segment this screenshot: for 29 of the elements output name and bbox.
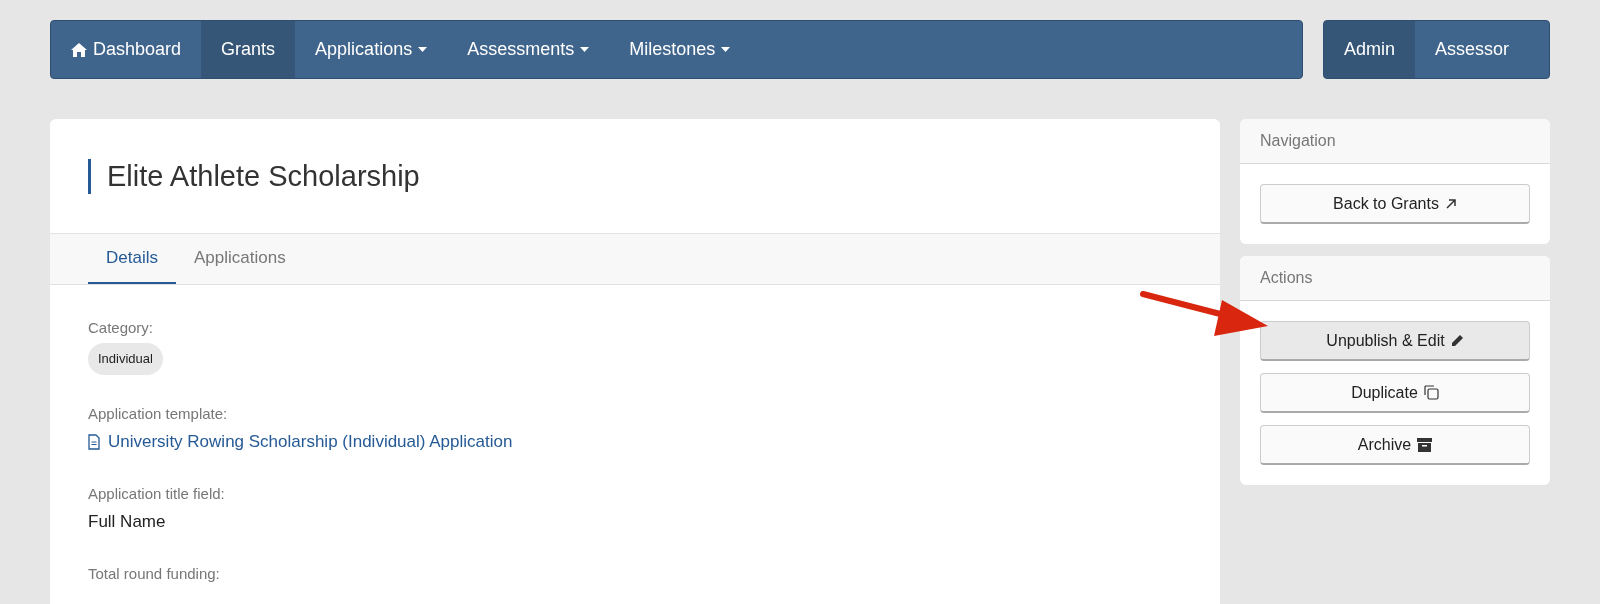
nav-item[interactable]: Dashboard [51,21,202,78]
panel-title: Actions [1240,256,1550,301]
category-tag: Individual [88,343,163,375]
nav-item[interactable]: Applications [295,21,448,78]
template-link[interactable]: University Rowing Scholarship (Individual) Application [88,429,1182,455]
action-button[interactable]: Duplicate [1260,373,1530,413]
pencil-icon [1450,334,1464,347]
action-button[interactable]: Back to Grants [1260,184,1530,224]
archive-icon [1417,437,1433,452]
document-icon [88,433,100,450]
role-item[interactable]: Admin [1324,21,1416,78]
nav-item[interactable]: Grants [201,21,296,78]
field-label: Category: [88,317,155,338]
field-label: Total round funding: [88,563,221,584]
copy-icon [1423,385,1439,400]
panel-title: Navigation [1240,119,1550,164]
arrow-icon [1444,197,1457,210]
field-label: Application template: [88,403,229,424]
action-button[interactable]: Unpublish & Edit [1260,321,1530,361]
home-icon [71,42,87,57]
field-label: Application title field: [88,483,226,504]
nav-item[interactable]: Milestones [609,21,751,78]
field-value: Full Name [88,511,167,533]
tab[interactable]: Details [88,233,176,284]
action-button[interactable]: Archive [1260,425,1530,465]
role-item[interactable]: Assessor [1415,21,1530,78]
tab[interactable]: Applications [175,233,304,284]
nav-item[interactable]: Assessments [447,21,610,78]
grant-title: Elite Athlete Scholarship [107,159,420,194]
